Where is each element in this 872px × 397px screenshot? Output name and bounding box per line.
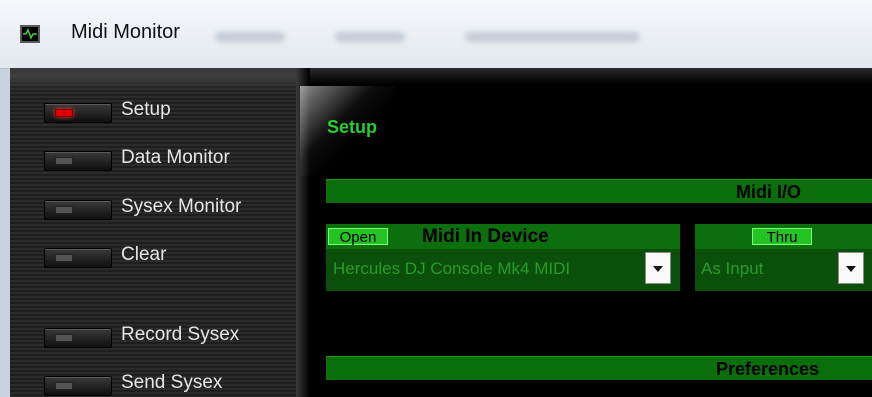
blurred-menu-item (215, 32, 285, 42)
open-button[interactable]: Open (328, 228, 388, 246)
led-indicator (55, 254, 73, 262)
midi-in-dropdown-button[interactable] (645, 252, 671, 284)
title-bar: Midi Monitor (0, 0, 872, 69)
record-sysex-button[interactable] (44, 328, 112, 348)
thru-button[interactable]: Thru (752, 228, 812, 246)
sidebar-item-label: Setup (121, 99, 171, 120)
sidebar-item-label: Record Sysex (121, 324, 240, 345)
sysex-monitor-button[interactable] (44, 200, 112, 220)
send-sysex-button[interactable] (44, 376, 112, 396)
midi-in-header: Open Midi In Device (326, 224, 680, 249)
clear-button[interactable] (44, 248, 112, 268)
window-title: Midi Monitor (71, 21, 180, 43)
led-indicator (55, 382, 73, 390)
blurred-menu-item (335, 32, 405, 42)
led-indicator (55, 109, 73, 117)
blurred-menu-item (465, 32, 640, 42)
oscilloscope-icon (20, 25, 40, 43)
section-title: Setup (327, 117, 378, 137)
thru-value[interactable]: As Input (701, 259, 763, 279)
led-indicator (55, 157, 73, 165)
preferences-header: Preferences (326, 356, 872, 380)
thru-dropdown-button[interactable] (838, 252, 864, 284)
midi-in-device-value[interactable]: Hercules DJ Console Mk4 MIDI (333, 259, 570, 279)
thru-group: Thru As Input (695, 224, 872, 291)
preferences-label: Preferences (716, 359, 820, 379)
sidebar-item-label: Data Monitor (121, 147, 230, 168)
setup-button[interactable] (44, 103, 112, 123)
sidebar-item-label: Send Sysex (121, 372, 223, 393)
data-monitor-button[interactable] (44, 151, 112, 171)
led-indicator (55, 334, 73, 342)
sidebar-item-label: Sysex Monitor (121, 196, 242, 217)
thru-header: Thru (695, 224, 872, 249)
midi-io-header: Midi I/O (326, 179, 872, 203)
midi-in-device-group: Open Midi In Device Hercules DJ Console … (326, 224, 680, 291)
midi-io-label: Midi I/O (736, 182, 801, 202)
midi-in-title: Midi In Device (422, 226, 549, 247)
sidebar-item-label: Clear (121, 244, 167, 265)
led-indicator (55, 206, 73, 214)
